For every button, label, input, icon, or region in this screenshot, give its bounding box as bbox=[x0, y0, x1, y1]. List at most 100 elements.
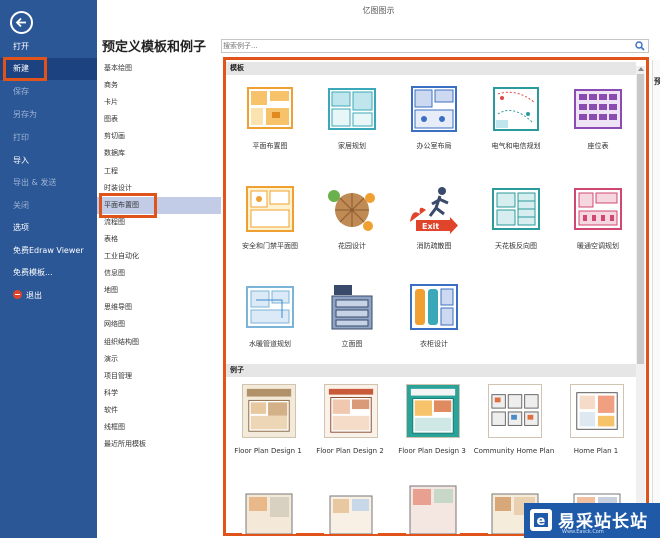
floor-plan-design-2-thumbnail bbox=[324, 384, 378, 438]
menu-import[interactable]: 导入 bbox=[0, 150, 97, 172]
category-item[interactable]: 组织结构图 bbox=[97, 334, 221, 351]
template-label: 消防疏散图 bbox=[416, 242, 452, 250]
floor-plan-icon bbox=[247, 87, 293, 129]
category-item[interactable]: 信息图 bbox=[97, 265, 221, 282]
wardrobe-design-icon bbox=[410, 284, 458, 330]
category-list: 基本绘图 商务 卡片 图表 剪切画 数据库 工程 时装设计 平面布置图 流程图 … bbox=[97, 60, 221, 453]
template-tile[interactable]: 花园设计 bbox=[311, 184, 393, 284]
home-plan-icon bbox=[328, 88, 376, 130]
menu-options[interactable]: 选项 bbox=[0, 217, 97, 239]
category-item[interactable]: 科学 bbox=[97, 385, 221, 402]
menu-export-send[interactable]: 导出 & 发送 bbox=[0, 172, 97, 194]
category-item[interactable]: 工业自动化 bbox=[97, 248, 221, 265]
example-tile[interactable]: Community Home Plan bbox=[473, 384, 555, 484]
template-tile[interactable]: 暖通空调规划 bbox=[557, 184, 636, 284]
template-gallery: 模板 平面布置图 家居规划 办公室布局 电气和电信规划 座位表 安全和门禁平面图… bbox=[226, 60, 636, 534]
category-item[interactable]: 地图 bbox=[97, 282, 221, 299]
category-item[interactable]: 表格 bbox=[97, 231, 221, 248]
template-label: 衣柜设计 bbox=[420, 340, 448, 348]
category-item[interactable]: 数据库 bbox=[97, 145, 221, 162]
template-label: 花园设计 bbox=[338, 242, 366, 250]
plumbing-plan-icon bbox=[246, 286, 294, 328]
category-item[interactable]: 基本绘图 bbox=[97, 60, 221, 77]
template-tile[interactable]: 座位表 bbox=[557, 84, 636, 184]
menu-free-templates[interactable]: 免费模板... bbox=[0, 262, 97, 284]
exit-icon bbox=[13, 290, 22, 299]
template-label: 水暖管道规划 bbox=[249, 340, 291, 348]
category-highlight bbox=[99, 193, 157, 218]
example-thumbnail-partial bbox=[406, 482, 460, 534]
category-item[interactable]: 卡片 bbox=[97, 94, 221, 111]
template-label: 立面图 bbox=[341, 340, 363, 348]
gallery-scrollbar[interactable] bbox=[636, 66, 645, 532]
page-title: 预定义模板和例子 bbox=[102, 40, 207, 55]
templates-section-header: 模板 bbox=[226, 62, 636, 75]
preview-panel-label: 预 bbox=[654, 77, 660, 86]
svg-text:Exit: Exit bbox=[422, 222, 439, 231]
category-item[interactable]: 软件 bbox=[97, 402, 221, 419]
elevation-icon bbox=[331, 285, 373, 330]
search-icon[interactable] bbox=[635, 41, 645, 51]
menu-open[interactable]: 打开 bbox=[0, 36, 97, 58]
security-plan-icon bbox=[246, 186, 294, 232]
template-label: 平面布置图 bbox=[252, 142, 288, 150]
watermark-url: Www.Easck.Com bbox=[562, 529, 604, 535]
menu-close[interactable]: 关闭 bbox=[0, 195, 97, 217]
window-title: 亿图图示 bbox=[362, 6, 395, 15]
template-tile[interactable]: 平面布置图 bbox=[229, 84, 311, 184]
menu-print[interactable]: 打印 bbox=[0, 127, 97, 149]
scrollbar-thumb[interactable] bbox=[637, 74, 644, 364]
examples-section-header: 例子 bbox=[226, 364, 636, 377]
ceiling-plan-icon bbox=[492, 188, 540, 230]
category-item[interactable]: 思维导图 bbox=[97, 299, 221, 316]
floor-plan-design-1-thumbnail bbox=[242, 384, 296, 438]
category-item[interactable]: 最近所用模板 bbox=[97, 436, 221, 453]
template-label: 座位表 bbox=[587, 142, 609, 150]
search-input[interactable] bbox=[223, 40, 628, 52]
office-layout-icon bbox=[411, 86, 457, 132]
template-tile[interactable]: Exit 消防疏散图 bbox=[393, 184, 475, 284]
category-item[interactable]: 剪切画 bbox=[97, 128, 221, 145]
category-item[interactable]: 演示 bbox=[97, 351, 221, 368]
menu-free-viewer[interactable]: 免费Edraw Viewer bbox=[0, 240, 97, 262]
example-label: Floor Plan Design 2 bbox=[316, 447, 384, 455]
category-item[interactable]: 工程 bbox=[97, 163, 221, 180]
menu-save-as[interactable]: 另存为 bbox=[0, 104, 97, 126]
example-tile[interactable]: Floor Plan Design 3 bbox=[391, 384, 473, 484]
scroll-up-icon[interactable] bbox=[638, 67, 644, 71]
new-menu-highlight bbox=[3, 57, 47, 81]
template-label: 天花板反向图 bbox=[495, 242, 537, 250]
category-item[interactable]: 线框图 bbox=[97, 419, 221, 436]
template-tile[interactable]: 电气和电信规划 bbox=[475, 84, 557, 184]
electrical-plan-icon bbox=[493, 87, 539, 131]
menu-exit[interactable]: 退出 bbox=[0, 285, 97, 307]
back-arrow-icon[interactable] bbox=[10, 11, 33, 34]
example-tile[interactable]: Home Plan 1 bbox=[555, 384, 636, 484]
example-thumbnail-partial bbox=[324, 490, 378, 534]
search-box[interactable] bbox=[221, 39, 649, 53]
example-label: Floor Plan Design 3 bbox=[398, 447, 466, 455]
community-home-plan-thumbnail bbox=[488, 384, 542, 438]
hvac-plan-icon bbox=[574, 188, 622, 230]
category-item[interactable]: 商务 bbox=[97, 77, 221, 94]
template-label: 安全和门禁平面图 bbox=[242, 242, 298, 250]
example-tile[interactable]: Floor Plan Design 1 bbox=[227, 384, 309, 484]
example-tile[interactable]: Floor Plan Design 2 bbox=[309, 384, 391, 484]
menu-save[interactable]: 保存 bbox=[0, 81, 97, 103]
template-tile[interactable]: 家居规划 bbox=[311, 84, 393, 184]
template-tile[interactable]: 办公室布局 bbox=[393, 84, 475, 184]
template-label: 暖通空调规划 bbox=[577, 242, 619, 250]
example-label: Floor Plan Design 1 bbox=[234, 447, 302, 455]
category-item[interactable]: 网络图 bbox=[97, 316, 221, 333]
template-tile[interactable]: 安全和门禁平面图 bbox=[229, 184, 311, 284]
floor-plan-design-3-thumbnail bbox=[406, 384, 460, 438]
example-label: Home Plan 1 bbox=[573, 447, 619, 455]
category-item[interactable]: 图表 bbox=[97, 111, 221, 128]
preview-panel-edge: 预 bbox=[652, 60, 660, 538]
template-label: 电气和电信规划 bbox=[491, 142, 541, 150]
template-tile[interactable]: 天花板反向图 bbox=[475, 184, 557, 284]
fire-escape-icon: Exit bbox=[410, 187, 458, 234]
category-item[interactable]: 项目管理 bbox=[97, 368, 221, 385]
menu-exit-label: 退出 bbox=[26, 291, 42, 300]
watermark-logo-icon: e bbox=[530, 509, 552, 531]
